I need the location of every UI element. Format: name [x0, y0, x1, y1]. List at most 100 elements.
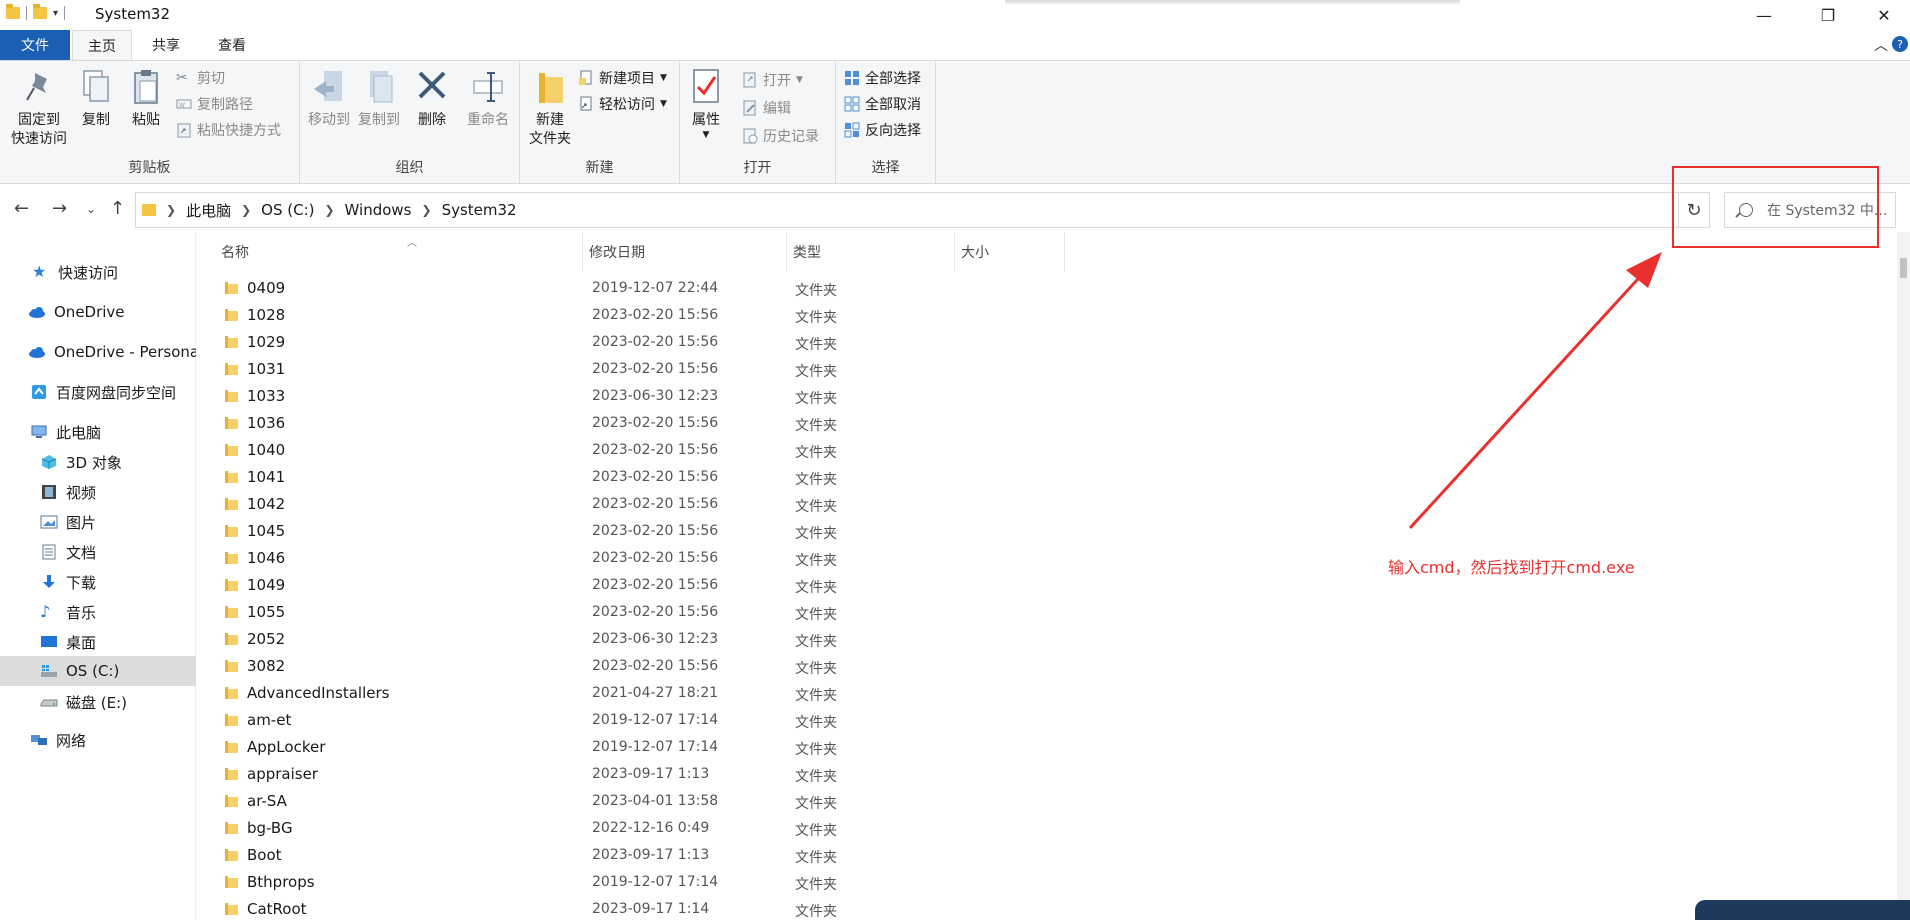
select-all-button[interactable]: 全部选择: [844, 67, 921, 89]
sidebar-item-baidu-netdisk[interactable]: 百度网盘同步空间: [0, 378, 196, 406]
pin-to-quick-access-button[interactable]: 固定到 快速访问: [6, 67, 72, 149]
new-item-button[interactable]: 新建项目 ▼: [578, 67, 667, 89]
table-row[interactable]: am-et 2019-12-07 17:14 文件夹: [197, 707, 1097, 734]
sidebar-item-downloads[interactable]: 下载: [0, 568, 196, 596]
sidebar-item-videos[interactable]: 视频: [0, 478, 196, 506]
paste-shortcut-button[interactable]: 粘贴快捷方式: [176, 119, 281, 141]
column-header-name[interactable]: 名称 ︿: [215, 232, 583, 272]
folder-icon: [225, 390, 238, 402]
forward-arrow-icon[interactable]: →: [52, 198, 67, 219]
vertical-scrollbar[interactable]: [1897, 232, 1910, 920]
copy-path-button[interactable]: W 复制路径: [176, 93, 253, 115]
table-row[interactable]: 1029 2023-02-20 15:56 文件夹: [197, 329, 1097, 356]
table-row[interactable]: Bthprops 2019-12-07 17:14 文件夹: [197, 869, 1097, 896]
sidebar-item-network[interactable]: 网络: [0, 726, 196, 754]
table-row[interactable]: AdvancedInstallers 2021-04-27 18:21 文件夹: [197, 680, 1097, 707]
copy-to-button[interactable]: 复制到: [354, 67, 404, 130]
invert-selection-icon: [844, 122, 860, 138]
new-folder-quick-icon[interactable]: [33, 4, 47, 19]
table-row[interactable]: CatRoot 2023-09-17 1:14 文件夹: [197, 896, 1097, 920]
breadcrumb-windows[interactable]: Windows: [345, 201, 412, 219]
column-header-type[interactable]: 类型: [787, 232, 955, 272]
sidebar-item-onedrive[interactable]: OneDrive: [0, 298, 196, 326]
breadcrumb-system32[interactable]: System32: [442, 201, 517, 219]
table-row[interactable]: 1046 2023-02-20 15:56 文件夹: [197, 545, 1097, 572]
file-name: Bthprops: [247, 873, 315, 891]
new-folder-button[interactable]: 新建 文件夹: [524, 67, 576, 149]
column-header-size[interactable]: 大小: [955, 232, 1065, 272]
file-modified-date: 2023-02-20 15:56: [592, 658, 719, 674]
copy-button[interactable]: 复制: [76, 67, 116, 130]
delete-button[interactable]: 删除: [412, 67, 452, 130]
edit-button[interactable]: 编辑: [742, 97, 791, 119]
breadcrumb-chevron-icon[interactable]: ❯: [422, 203, 432, 217]
sidebar-item-label: OneDrive: [54, 303, 125, 321]
paste-button[interactable]: 粘贴: [126, 67, 166, 130]
up-arrow-icon[interactable]: ↑: [110, 198, 125, 219]
minimize-button[interactable]: —: [1738, 0, 1790, 30]
table-row[interactable]: 1045 2023-02-20 15:56 文件夹: [197, 518, 1097, 545]
clipboard-icon: [134, 70, 158, 104]
cut-button[interactable]: ✂ 剪切: [176, 67, 225, 89]
breadcrumb-chevron-icon[interactable]: ❯: [166, 203, 176, 217]
scrollbar-thumb[interactable]: [1900, 258, 1907, 278]
table-row[interactable]: 1041 2023-02-20 15:56 文件夹: [197, 464, 1097, 491]
column-header-date[interactable]: 修改日期: [583, 232, 787, 272]
table-row[interactable]: 2052 2023-06-30 12:23 文件夹: [197, 626, 1097, 653]
table-row[interactable]: Boot 2023-09-17 1:13 文件夹: [197, 842, 1097, 869]
sidebar-item-desktop[interactable]: 桌面: [0, 628, 196, 656]
breadcrumb-os-c[interactable]: OS (C:): [261, 201, 314, 219]
open-button[interactable]: 打开 ▼: [742, 69, 803, 91]
file-name: 1028: [247, 306, 286, 324]
file-type: 文件夹: [795, 526, 837, 542]
sidebar-item-os-c[interactable]: OS (C:): [0, 656, 196, 686]
table-row[interactable]: 1040 2023-02-20 15:56 文件夹: [197, 437, 1097, 464]
recent-locations-dropdown-icon[interactable]: ⌄: [86, 202, 96, 216]
sidebar-item-documents[interactable]: 文档: [0, 538, 196, 566]
sidebar-item-3d-objects[interactable]: 3D 对象: [0, 448, 196, 476]
tab-file[interactable]: 文件: [0, 30, 70, 60]
sidebar-item-this-pc[interactable]: 此电脑: [0, 418, 196, 446]
address-bar[interactable]: ❯ 此电脑 ❯ OS (C:) ❯ Windows ❯ System32 ⌄: [135, 192, 1705, 228]
download-icon: [43, 575, 55, 588]
table-row[interactable]: 1036 2023-02-20 15:56 文件夹: [197, 410, 1097, 437]
sidebar-item-label: 3D 对象: [66, 453, 122, 472]
sidebar-item-onedrive-personal[interactable]: OneDrive - Persona: [0, 338, 196, 366]
back-arrow-icon[interactable]: ←: [14, 198, 29, 219]
help-icon[interactable]: ?: [1892, 36, 1908, 52]
customize-toolbar-dropdown-icon[interactable]: ▾: [53, 8, 58, 19]
open-dropdown-icon: ▼: [796, 75, 803, 85]
tab-share[interactable]: 共享: [140, 30, 192, 60]
move-to-button[interactable]: 移动到: [304, 67, 354, 130]
rename-button[interactable]: 重命名: [462, 67, 514, 130]
table-row[interactable]: AppLocker 2019-12-07 17:14 文件夹: [197, 734, 1097, 761]
invert-selection-button[interactable]: 反向选择: [844, 119, 921, 141]
properties-button[interactable]: 属性 ▼: [684, 67, 728, 140]
table-row[interactable]: 1055 2023-02-20 15:56 文件夹: [197, 599, 1097, 626]
tab-view[interactable]: 查看: [206, 30, 258, 60]
select-none-button[interactable]: 全部取消: [844, 93, 921, 115]
sidebar-item-disk-e[interactable]: 磁盘 (E:): [0, 688, 196, 716]
sidebar-item-quick-access[interactable]: ★ 快速访问: [0, 258, 196, 286]
close-button[interactable]: ✕: [1858, 0, 1910, 30]
easy-access-button[interactable]: 轻松访问 ▼: [578, 93, 667, 115]
table-row[interactable]: bg-BG 2022-12-16 0:49 文件夹: [197, 815, 1097, 842]
table-row[interactable]: appraiser 2023-09-17 1:13 文件夹: [197, 761, 1097, 788]
tab-home[interactable]: 主页: [72, 30, 132, 60]
table-row[interactable]: 1033 2023-06-30 12:23 文件夹: [197, 383, 1097, 410]
table-row[interactable]: 1049 2023-02-20 15:56 文件夹: [197, 572, 1097, 599]
sidebar-item-music[interactable]: ♪ 音乐: [0, 598, 196, 626]
table-row[interactable]: ar-SA 2023-04-01 13:58 文件夹: [197, 788, 1097, 815]
sidebar-item-pictures[interactable]: 图片: [0, 508, 196, 536]
table-row[interactable]: 1042 2023-02-20 15:56 文件夹: [197, 491, 1097, 518]
history-button[interactable]: 历史记录: [742, 125, 819, 147]
breadcrumb-this-pc[interactable]: 此电脑: [186, 200, 231, 221]
table-row[interactable]: 1031 2023-02-20 15:56 文件夹: [197, 356, 1097, 383]
breadcrumb-chevron-icon[interactable]: ❯: [324, 203, 334, 217]
collapse-ribbon-icon[interactable]: ︿: [1874, 35, 1888, 55]
breadcrumb-chevron-icon[interactable]: ❯: [241, 203, 251, 217]
table-row[interactable]: 0409 2019-12-07 22:44 文件夹: [197, 275, 1097, 302]
table-row[interactable]: 3082 2023-02-20 15:56 文件夹: [197, 653, 1097, 680]
maximize-button[interactable]: ❐: [1802, 0, 1854, 30]
table-row[interactable]: 1028 2023-02-20 15:56 文件夹: [197, 302, 1097, 329]
